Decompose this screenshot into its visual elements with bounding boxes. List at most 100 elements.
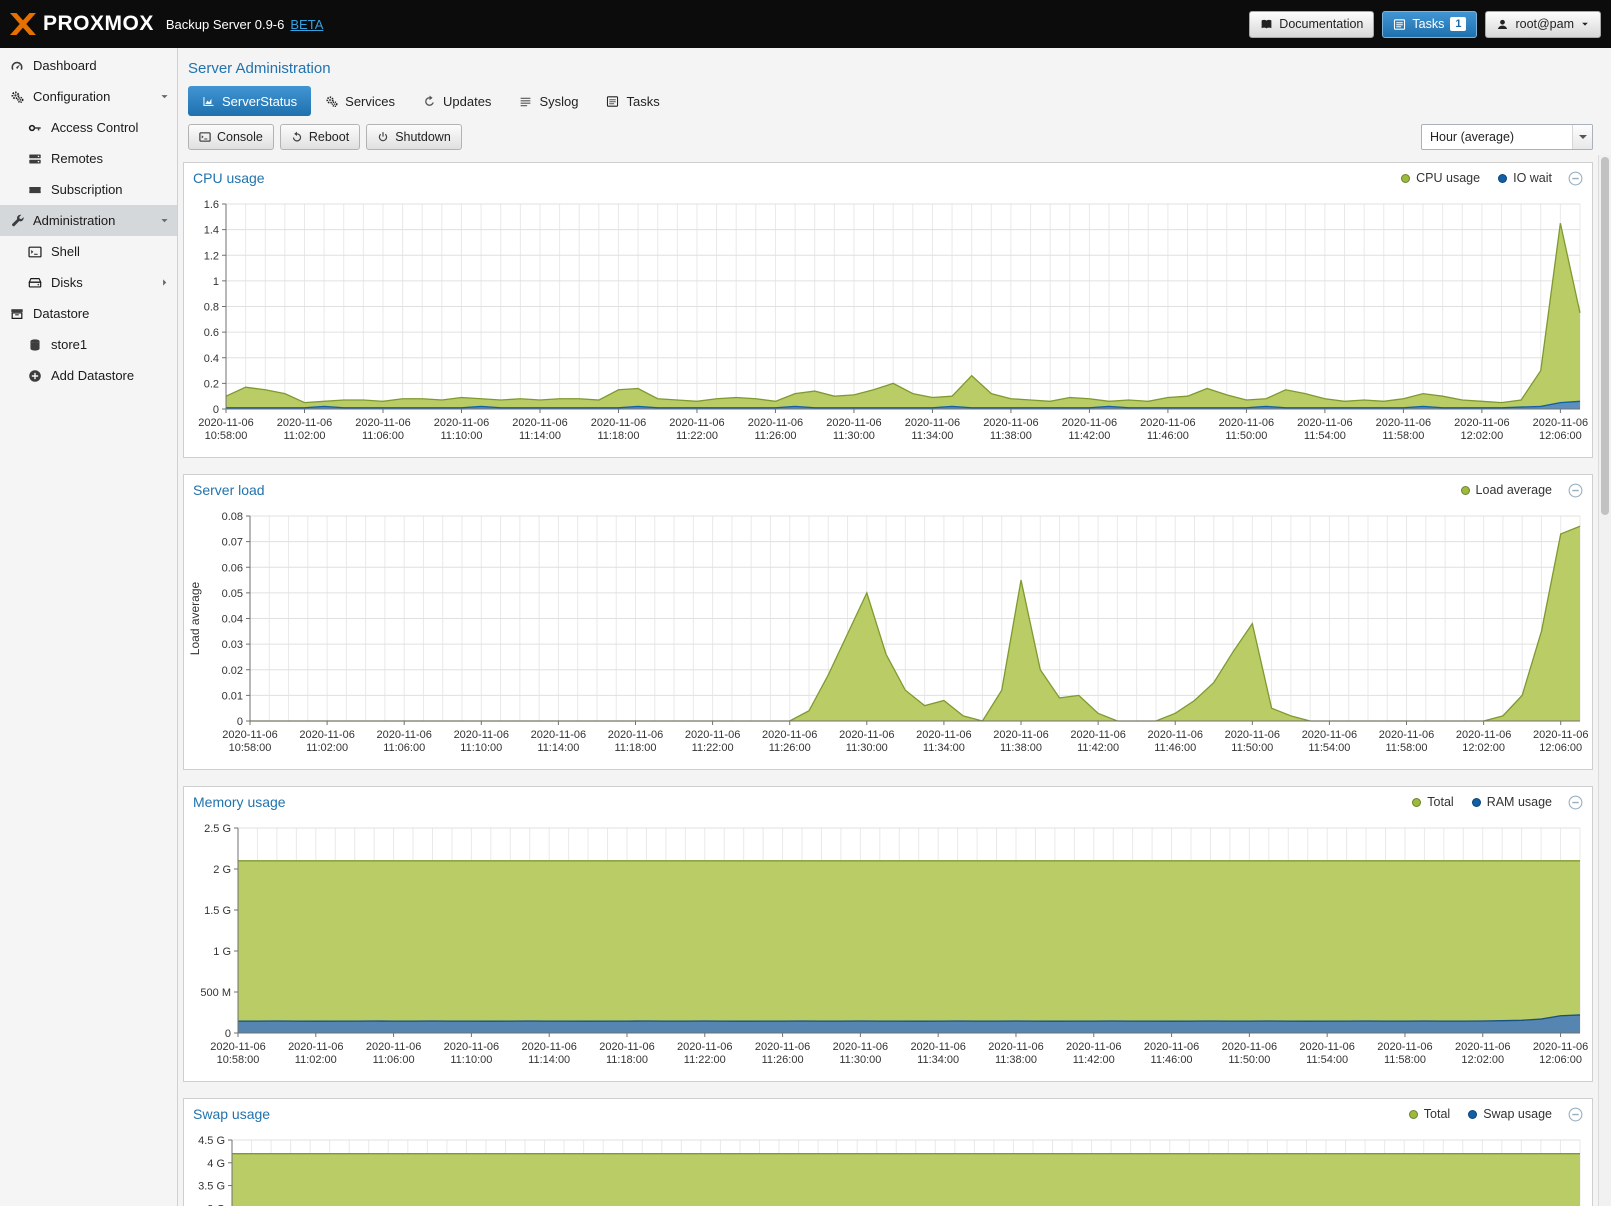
svg-text:2020-11-0611:34:00: 2020-11-0611:34:00	[910, 1041, 965, 1066]
header-actions: Documentation Tasks 1 root@pam	[1249, 11, 1601, 38]
svg-text:2020-11-0611:58:00: 2020-11-0611:58:00	[1379, 729, 1434, 754]
svg-text:2020-11-0611:06:00: 2020-11-0611:06:00	[355, 417, 410, 442]
sidebar-item-add-datastore[interactable]: Add Datastore	[0, 360, 177, 391]
svg-text:2020-11-0611:10:00: 2020-11-0611:10:00	[454, 729, 509, 754]
legend-item[interactable]: Load average	[1461, 483, 1552, 497]
archive-icon	[10, 307, 26, 321]
console-button[interactable]: Console	[188, 124, 274, 150]
power-icon	[377, 131, 389, 143]
tab-label: Updates	[443, 94, 491, 109]
sidebar-item-access-control[interactable]: Access Control	[0, 112, 177, 143]
svg-text:4 G: 4 G	[207, 1158, 225, 1170]
legend-item[interactable]: CPU usage	[1401, 171, 1480, 185]
svg-text:2020-11-0611:18:00: 2020-11-0611:18:00	[608, 729, 663, 754]
tab-syslog[interactable]: Syslog	[505, 86, 592, 116]
legend-label: Load average	[1476, 483, 1552, 497]
sidebar-item-disks[interactable]: Disks	[0, 267, 177, 298]
legend-item[interactable]: Swap usage	[1468, 1107, 1552, 1121]
panel-header: Memory usage Total RAM usage	[184, 787, 1592, 817]
collapse-panel-icon[interactable]	[1568, 1107, 1583, 1122]
svg-text:2020-11-0611:18:00: 2020-11-0611:18:00	[599, 1041, 654, 1066]
reboot-button[interactable]: Reboot	[280, 124, 360, 150]
panel-title: Memory usage	[193, 794, 286, 810]
user-menu-button[interactable]: root@pam	[1485, 11, 1601, 38]
memory-usage-chart: 0500 M1 G1.5 G2 G2.5 G2020-11-0610:58:00…	[184, 817, 1592, 1081]
sidebar-item-subscription[interactable]: Subscription	[0, 174, 177, 205]
swap-usage-panel: Swap usage TotalSwap usage 0500 M1 G1.5 …	[183, 1098, 1593, 1206]
legend-item[interactable]: Total	[1412, 795, 1453, 809]
svg-text:1.5 G: 1.5 G	[204, 905, 231, 917]
panel-title: CPU usage	[193, 170, 265, 186]
toolbar: Console Reboot Shutdown Hour (average)	[188, 124, 1593, 150]
sidebar-item-configuration[interactable]: Configuration	[0, 81, 177, 112]
tab-services[interactable]: Services	[311, 86, 409, 116]
legend-dot-icon	[1468, 1110, 1477, 1119]
time-range-value: Hour (average)	[1422, 130, 1572, 144]
brand-name: PROXMOX	[43, 12, 154, 36]
tab-tasks[interactable]: Tasks	[592, 86, 673, 116]
scrollbar-thumb[interactable]	[1601, 157, 1609, 515]
sidebar-item-label: Remotes	[51, 151, 103, 166]
sidebar-item-label: store1	[51, 337, 87, 352]
svg-text:1.6: 1.6	[204, 199, 219, 211]
collapse-panel-icon[interactable]	[1568, 483, 1583, 498]
svg-text:1.2: 1.2	[204, 250, 219, 262]
svg-text:2020-11-0611:54:00: 2020-11-0611:54:00	[1297, 417, 1352, 442]
sidebar-item-datastore[interactable]: Datastore	[0, 298, 177, 329]
sidebar-item-administration[interactable]: Administration	[0, 205, 177, 236]
tasks-count-badge: 1	[1450, 17, 1466, 31]
vertical-scrollbar[interactable]	[1598, 155, 1611, 1206]
svg-text:2020-11-0610:58:00: 2020-11-0610:58:00	[210, 1041, 265, 1066]
legend-item[interactable]: Total	[1409, 1107, 1450, 1121]
svg-text:2020-11-0612:06:00: 2020-11-0612:06:00	[1533, 1041, 1588, 1066]
svg-text:2020-11-0611:06:00: 2020-11-0611:06:00	[366, 1041, 421, 1066]
legend-item[interactable]: RAM usage	[1472, 795, 1552, 809]
sidebar-item-label: Add Datastore	[51, 368, 134, 383]
svg-text:0: 0	[213, 404, 219, 416]
svg-text:2020-11-0611:38:00: 2020-11-0611:38:00	[983, 417, 1038, 442]
sidebar-item-label: Configuration	[33, 89, 110, 104]
reboot-label: Reboot	[309, 130, 349, 144]
svg-text:2020-11-0611:02:00: 2020-11-0611:02:00	[299, 729, 354, 754]
cpu-usage-chart: 00.20.40.60.811.21.41.62020-11-0610:58:0…	[184, 193, 1592, 457]
legend-item[interactable]: IO wait	[1498, 171, 1552, 185]
svg-text:2020-11-0611:46:00: 2020-11-0611:46:00	[1144, 1041, 1199, 1066]
legend-label: Swap usage	[1483, 1107, 1552, 1121]
svg-text:2020-11-0611:54:00: 2020-11-0611:54:00	[1302, 729, 1357, 754]
chart-legend: CPU usage IO wait	[1401, 171, 1552, 185]
terminal-icon	[199, 131, 211, 143]
sidebar-item-shell[interactable]: Shell	[0, 236, 177, 267]
tab-serverstatus[interactable]: ServerStatus	[188, 86, 311, 116]
legend-dot-icon	[1401, 174, 1410, 183]
shutdown-button[interactable]: Shutdown	[366, 124, 462, 150]
tab-updates[interactable]: Updates	[409, 86, 505, 116]
collapse-panel-icon[interactable]	[1568, 795, 1583, 810]
sidebar-item-dashboard[interactable]: Dashboard	[0, 50, 177, 81]
svg-text:0.01: 0.01	[222, 690, 243, 702]
svg-text:2020-11-0611:22:00: 2020-11-0611:22:00	[677, 1041, 732, 1066]
svg-text:2020-11-0611:02:00: 2020-11-0611:02:00	[288, 1041, 343, 1066]
svg-text:0.04: 0.04	[222, 614, 243, 626]
shutdown-label: Shutdown	[395, 130, 451, 144]
gears-icon	[10, 90, 26, 104]
time-range-select[interactable]: Hour (average)	[1421, 124, 1593, 150]
svg-text:3.5 G: 3.5 G	[198, 1181, 225, 1193]
server-load-chart: 00.010.020.030.040.050.060.070.082020-11…	[184, 505, 1592, 769]
beta-link[interactable]: BETA	[290, 17, 323, 32]
sidebar-item-store1[interactable]: store1	[0, 329, 177, 360]
tab-label: ServerStatus	[222, 94, 297, 109]
brand-area: PROXMOX Backup Server 0.9-6 BETA	[10, 12, 323, 36]
collapse-panel-icon[interactable]	[1568, 171, 1583, 186]
sidebar-item-label: Shell	[51, 244, 80, 259]
tasks-button[interactable]: Tasks 1	[1382, 11, 1477, 38]
sidebar-item-remotes[interactable]: Remotes	[0, 143, 177, 174]
chart-legend: Total Swap usage	[1409, 1107, 1552, 1121]
documentation-button[interactable]: Documentation	[1249, 11, 1374, 38]
caret-right-icon	[159, 277, 170, 288]
svg-text:2020-11-0611:42:00: 2020-11-0611:42:00	[1070, 729, 1125, 754]
svg-text:2020-11-0611:30:00: 2020-11-0611:30:00	[833, 1041, 888, 1066]
svg-text:2020-11-0611:06:00: 2020-11-0611:06:00	[376, 729, 431, 754]
svg-text:2020-11-0611:50:00: 2020-11-0611:50:00	[1222, 1041, 1277, 1066]
svg-text:2020-11-0612:06:00: 2020-11-0612:06:00	[1533, 729, 1588, 754]
list-icon	[606, 95, 619, 108]
